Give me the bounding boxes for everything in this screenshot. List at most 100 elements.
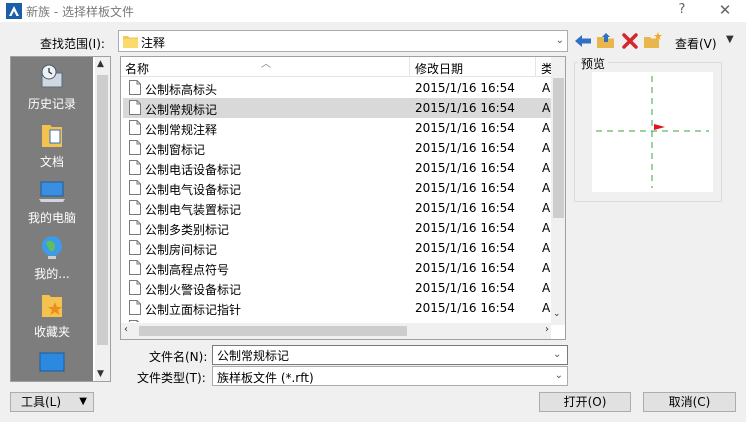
documents-icon [42,125,62,147]
preview-crosshair [596,76,709,188]
place-favorites-label: 收藏夹 [33,325,70,339]
computer-icon [39,181,65,202]
filetype-select[interactable]: 族样板文件 (*.rft) ⌄ [212,366,568,386]
help-button[interactable]: ? [672,2,692,20]
document-icon [129,120,141,135]
file-type: A [542,281,551,295]
file-list: ︿ 名称 修改日期 类 公制标高标头 2015/1/16 16:54 A 公制常规标记… [120,56,566,340]
places-scroll-thumb[interactable] [97,75,108,345]
document-icon [129,180,141,195]
hscroll-thumb[interactable] [139,326,407,336]
places-bar: 历史记录 文档 我的电脑 我的... 收藏夹 ▲ ▼ [10,56,111,382]
file-name: 公制立面标记主体 [145,321,241,322]
file-row[interactable]: 公制常规标记 2015/1/16 16:54 A [123,98,551,118]
scroll-down-icon[interactable]: ▼ [97,369,104,379]
file-date: 2015/1/16 16:54 [415,101,515,115]
file-name: 公制电话设备标记 [145,163,242,177]
column-header: ︿ 名称 修改日期 类 [121,57,565,77]
close-button[interactable]: ✕ [714,1,736,21]
view-menu-button[interactable]: 查看(V) [675,35,717,52]
history-icon [41,64,63,88]
file-date: 2015/1/16 16:54 [415,301,515,315]
desktop-icon [39,352,65,372]
vscroll-thumb[interactable] [553,78,564,218]
document-icon [129,220,141,235]
document-icon [129,100,141,115]
tools-button[interactable]: 工具(L) ▼ [10,392,94,412]
cancel-button[interactable]: 取消(C) [643,392,736,412]
file-type: A [542,201,551,215]
open-button[interactable]: 打开(O) [539,392,631,412]
file-type: A [542,321,550,322]
file-date: 2015/1/16 16:54 [415,281,515,295]
document-icon [129,160,141,175]
document-icon [129,80,141,95]
network-icon [42,236,62,259]
file-list-vscrollbar[interactable]: ⌄ [551,57,565,325]
scroll-left-icon[interactable]: ‹ [124,324,128,335]
filename-input[interactable] [212,345,568,365]
file-row[interactable]: 公制电话设备标记 2015/1/16 16:54 A [123,158,551,178]
lookin-dropdown[interactable]: 注释 ⌄ [118,30,568,52]
file-name: 公制电气设备标记 [145,183,242,197]
file-row[interactable]: 公制标高标头 2015/1/16 16:54 A [123,78,551,98]
dropdown-arrow-icon: ▼ [79,396,87,407]
file-row[interactable]: 公制电气设备标记 2015/1/16 16:54 A [123,178,551,198]
new-folder-icon[interactable] [643,31,663,51]
revit-app-icon [6,3,22,19]
place-network-label: 我的... [34,267,70,281]
window-title: 新族 - 选择样板文件 [26,5,134,19]
document-icon [129,200,141,215]
place-computer[interactable]: 我的电脑 [11,177,93,226]
document-icon [129,140,141,155]
up-folder-icon[interactable] [596,31,616,51]
file-date: 2015/1/16 16:54 [415,181,515,195]
file-type: A [542,261,551,275]
place-documents[interactable]: 文档 [11,121,93,170]
filetype-label: 文件类型(T): [137,371,206,385]
file-row[interactable]: 公制立面标记指针 2015/1/16 16:54 A [123,298,551,318]
file-date: 2015/1/16 16:54 [415,201,515,215]
place-network[interactable]: 我的... [11,233,93,282]
file-row[interactable]: 公制立面标记主体 2015/1/16 16:54 A [123,318,551,322]
lookin-label: 查找范围(I): [40,37,105,51]
chevron-down-icon: ⌄ [555,35,564,46]
file-date: 2015/1/16 16:54 [415,121,515,135]
file-type: A [542,221,551,235]
file-row[interactable]: 公制高程点符号 2015/1/16 16:54 A [123,258,551,278]
column-date[interactable]: 修改日期 [415,60,463,77]
place-favorites[interactable]: 收藏夹 [11,291,93,340]
delete-icon[interactable] [620,31,640,51]
preview-image [592,72,713,192]
column-divider[interactable] [409,57,410,77]
folder-icon [123,36,138,48]
scroll-right-icon[interactable]: › [545,324,549,335]
file-rows: 公制标高标头 2015/1/16 16:54 A 公制常规标记 2015/1/16 16… [121,78,551,322]
file-row[interactable]: 公制电气装置标记 2015/1/16 16:54 A [123,198,551,218]
file-type: A [542,161,551,175]
file-date: 2015/1/16 16:54 [415,241,515,255]
place-desktop[interactable] [11,349,93,381]
title-bar: 新族 - 选择样板文件 ? ✕ [0,0,746,22]
view-dropdown-arrow-icon[interactable]: ▼ [726,34,734,45]
file-type: A [542,141,551,155]
column-name[interactable]: 名称 [125,60,149,77]
places-list: 历史记录 文档 我的电脑 我的... 收藏夹 [11,57,93,381]
document-icon [129,300,141,315]
column-divider[interactable] [535,57,536,77]
file-type: A [542,121,551,135]
scroll-down-icon[interactable]: ⌄ [553,309,561,319]
tools-button-label: 工具(L) [21,395,62,409]
back-arrow-icon[interactable] [573,31,593,51]
file-list-hscrollbar[interactable]: ‹ › [121,323,551,339]
file-row[interactable]: 公制火警设备标记 2015/1/16 16:54 A [123,278,551,298]
place-history[interactable]: 历史记录 [11,63,93,112]
file-row[interactable]: 公制房间标记 2015/1/16 16:54 A [123,238,551,258]
scroll-up-icon[interactable]: ▲ [97,59,104,69]
chevron-down-icon[interactable]: ⌄ [553,349,561,360]
place-documents-label: 文档 [39,155,64,169]
file-row[interactable]: 公制多类别标记 2015/1/16 16:54 A [123,218,551,238]
file-row[interactable]: 公制窗标记 2015/1/16 16:54 A [123,138,551,158]
file-row[interactable]: 公制常规注释 2015/1/16 16:54 A [123,118,551,138]
places-scrollbar[interactable]: ▲ ▼ [95,57,110,381]
